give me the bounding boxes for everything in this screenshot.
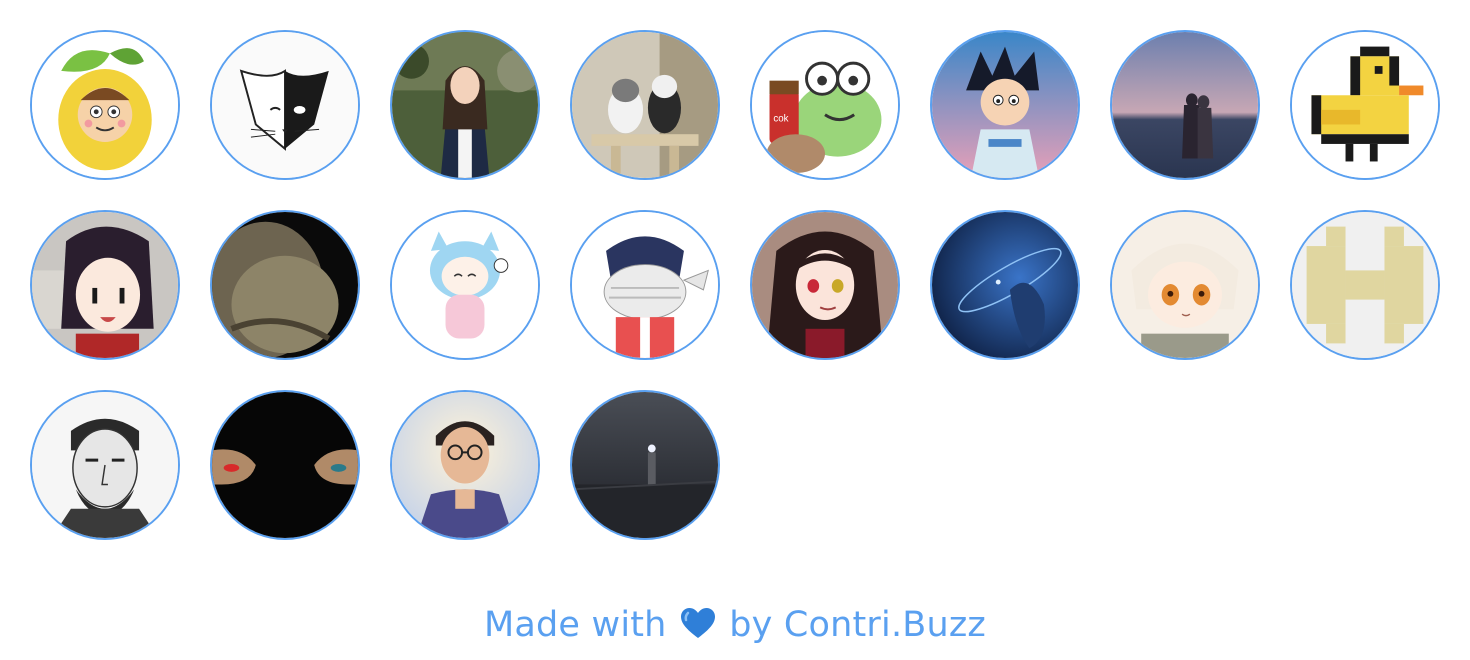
contributor-avatar-sketch-man[interactable]	[30, 390, 180, 540]
black-white-cat-avatar	[212, 32, 358, 178]
scarf-chibi-avatar	[572, 212, 718, 358]
anime-boy-avatar	[932, 32, 1078, 178]
contributor-avatar-pixel-h[interactable]	[1290, 210, 1440, 360]
anime-girl-red-eyes-avatar	[752, 212, 898, 358]
contributor-avatar-girl-photo[interactable]	[390, 30, 540, 180]
contributors-grid: cok	[30, 30, 1450, 540]
contributor-avatar-black-white-cat[interactable]	[210, 30, 360, 180]
contributor-avatar-chibi-blue-cat-girl[interactable]	[390, 210, 540, 360]
anime-girl-avatar	[32, 212, 178, 358]
contributor-avatar-red-blue-pill[interactable]	[210, 390, 360, 540]
sketch-portrait-avatar	[32, 392, 178, 538]
contributor-avatar-frog-cola[interactable]: cok	[750, 30, 900, 180]
chibi-catgirl-avatar	[392, 212, 538, 358]
portrait-photo-avatar	[392, 32, 538, 178]
contributor-avatar-pixel-duck[interactable]	[1290, 30, 1440, 180]
contributor-avatar-anime-girl-red-eyes[interactable]	[750, 210, 900, 360]
footer-credit: Made with by Contri.Buzz	[0, 605, 1470, 648]
night-lighthouse-avatar	[572, 392, 718, 538]
lemon-character-avatar	[32, 32, 178, 178]
blue-heart-icon	[680, 607, 716, 648]
contributor-avatar-night-lighthouse[interactable]	[570, 390, 720, 540]
frog-sticker-avatar: cok	[752, 32, 898, 178]
closeup-photo-avatar	[212, 212, 358, 358]
contri-buzz-link[interactable]: Contri.Buzz	[784, 605, 986, 645]
beach-sunset-avatar	[1112, 32, 1258, 178]
anime-white-hair-avatar	[1112, 212, 1258, 358]
footer-suffix: by	[729, 605, 773, 645]
cats-photo-avatar	[572, 32, 718, 178]
contributor-avatar-anime-girl-dark-hair[interactable]	[30, 210, 180, 360]
contributor-avatar-beach-couple[interactable]	[1110, 30, 1260, 180]
pills-hands-avatar	[212, 392, 358, 538]
glasses-man-avatar	[392, 392, 538, 538]
svg-text:cok: cok	[773, 114, 788, 125]
contributor-avatar-anime-boy[interactable]	[930, 30, 1080, 180]
contributor-avatar-lemon-character[interactable]	[30, 30, 180, 180]
contributor-avatar-closeup-photo[interactable]	[210, 210, 360, 360]
footer-prefix: Made with	[483, 605, 667, 645]
space-scene-avatar	[932, 212, 1078, 358]
contributor-avatar-anime-white-hair[interactable]	[1110, 210, 1260, 360]
contributor-avatar-scarf-chibi[interactable]	[570, 210, 720, 360]
contributors-page: cok Made with by Contri.Buzz	[0, 0, 1470, 660]
pixel-h-avatar	[1292, 212, 1438, 358]
contributor-avatar-two-cats[interactable]	[570, 30, 720, 180]
contributor-avatar-glasses-man[interactable]	[390, 390, 540, 540]
pixel-duck-avatar	[1292, 32, 1438, 178]
contributor-avatar-blue-space[interactable]	[930, 210, 1080, 360]
